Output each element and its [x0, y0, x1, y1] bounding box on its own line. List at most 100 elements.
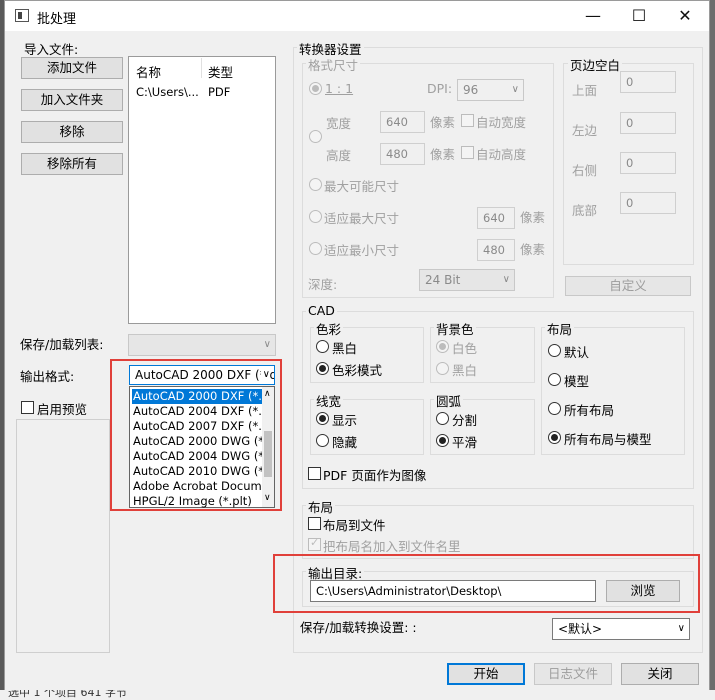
- auto-width-checkbox[interactable]: [461, 114, 474, 127]
- fit-max-field[interactable]: 640: [477, 207, 515, 229]
- batch-dialog: 批处理 — ☐ ✕ 导入文件: 添加文件 加入文件夹 移除 移除所有 名称 类型…: [4, 0, 710, 700]
- annotation-box-format: [110, 359, 282, 511]
- linewidth-hide-radio[interactable]: [316, 434, 329, 447]
- underlying-status-bar: 选中 1 个项目 641 字节: [0, 690, 715, 700]
- pdf-as-image-label: PDF 页面作为图像: [323, 468, 427, 483]
- add-file-button[interactable]: 添加文件: [21, 57, 123, 79]
- arc-smooth-label: 平滑: [452, 435, 478, 450]
- remove-all-button[interactable]: 移除所有: [21, 153, 123, 175]
- preview-checkbox[interactable]: [21, 401, 34, 414]
- add-layout-name-checkbox[interactable]: [308, 536, 321, 551]
- fit-max-label: 适应最大尺寸: [324, 211, 400, 226]
- layout-model-radio[interactable]: [548, 373, 561, 386]
- auto-height-checkbox[interactable]: [461, 146, 474, 159]
- table-row[interactable]: C:\Users\... PDF: [130, 83, 274, 101]
- fit-min-unit: 像素: [520, 242, 546, 257]
- color-mode-label: 色彩模式: [332, 363, 383, 378]
- pdf-as-image-checkbox[interactable]: [308, 467, 321, 480]
- chevron-down-icon: ∨: [677, 623, 685, 634]
- height-field[interactable]: 480: [380, 143, 425, 165]
- margin-right-field[interactable]: 0: [620, 152, 676, 174]
- layout-all-model-radio[interactable]: [548, 431, 561, 444]
- margin-top-label: 上面: [572, 83, 598, 98]
- status-text: 选中 1 个项目 641 字节: [8, 690, 127, 699]
- window-title: 批处理: [37, 12, 77, 27]
- color-label: 色彩: [314, 319, 344, 338]
- close-icon[interactable]: ✕: [662, 1, 708, 31]
- color-bw-label: 黑白: [332, 341, 358, 356]
- depth-label: 深度:: [308, 277, 338, 292]
- layout-options-label: 布局: [545, 319, 575, 338]
- arc-split-label: 分割: [452, 413, 478, 428]
- table-cell-name: C:\Users\...: [136, 85, 199, 99]
- linewidth-show-label: 显示: [332, 413, 358, 428]
- depth-combo[interactable]: 24 Bit ∨: [419, 269, 515, 291]
- layout-model-label: 模型: [564, 374, 590, 389]
- margin-top-field[interactable]: 0: [620, 71, 676, 93]
- column-header-type[interactable]: 类型: [208, 62, 233, 81]
- width-unit: 像素: [430, 115, 456, 130]
- log-file-button[interactable]: 日志文件: [534, 663, 612, 685]
- maximize-icon[interactable]: ☐: [616, 1, 662, 31]
- margin-bottom-field[interactable]: 0: [620, 192, 676, 214]
- layout-all-label: 所有布局: [564, 403, 615, 418]
- remove-button[interactable]: 移除: [21, 121, 123, 143]
- width-field[interactable]: 640: [380, 111, 425, 133]
- layout-group-label: 布局: [306, 497, 336, 516]
- linewidth-show-radio[interactable]: [316, 412, 329, 425]
- arc-smooth-radio[interactable]: [436, 434, 449, 447]
- start-button[interactable]: 开始: [447, 663, 525, 685]
- save-list-combo[interactable]: ∨: [128, 334, 276, 356]
- close-button[interactable]: 关闭: [621, 663, 699, 685]
- minimize-icon[interactable]: —: [570, 1, 616, 31]
- ratio-radio[interactable]: [309, 82, 322, 95]
- import-group-label: 导入文件:: [24, 42, 79, 57]
- title-bar: 批处理 — ☐ ✕: [5, 1, 709, 31]
- chevron-down-icon: ∨: [502, 274, 510, 285]
- arc-split-radio[interactable]: [436, 412, 449, 425]
- save-load-settings-combo[interactable]: <默认> ∨: [552, 618, 690, 640]
- save-load-settings-label: 保存/加载转换设置: :: [300, 620, 417, 635]
- add-folder-button[interactable]: 加入文件夹: [21, 89, 123, 111]
- fit-max-radio[interactable]: [309, 210, 322, 223]
- save-load-settings-value: <默认>: [558, 622, 603, 636]
- fit-min-field[interactable]: 480: [477, 239, 515, 261]
- height-unit: 像素: [430, 147, 456, 162]
- add-layout-name-label: 把布局名加入到文件名里: [323, 539, 461, 554]
- layout-all-radio[interactable]: [548, 402, 561, 415]
- app-icon: [15, 9, 29, 22]
- width-label: 宽度: [326, 116, 352, 131]
- linewidth-hide-label: 隐藏: [332, 435, 358, 450]
- fit-max-unit: 像素: [520, 210, 546, 225]
- dpi-combo[interactable]: 96 ∨: [457, 79, 524, 101]
- ratio-label: 1 : 1: [325, 81, 354, 96]
- margin-right-label: 右侧: [572, 163, 598, 178]
- bg-white-radio[interactable]: [436, 340, 449, 353]
- margins-label: 页边空白: [568, 55, 623, 74]
- color-mode-radio[interactable]: [316, 362, 329, 375]
- bg-bw-radio[interactable]: [436, 362, 449, 375]
- depth-value: 24 Bit: [425, 273, 461, 287]
- custom-size-radio[interactable]: [309, 130, 322, 143]
- max-size-label: 最大可能尺寸: [324, 179, 400, 194]
- height-label: 高度: [326, 148, 352, 163]
- annotation-box-output: [273, 554, 700, 613]
- margin-left-field[interactable]: 0: [620, 112, 676, 134]
- fit-min-radio[interactable]: [309, 242, 322, 255]
- color-bw-radio[interactable]: [316, 340, 329, 353]
- auto-width-label: 自动宽度: [476, 115, 527, 130]
- file-table[interactable]: 名称 类型 C:\Users\... PDF: [128, 56, 276, 324]
- cad-label: CAD: [306, 303, 337, 318]
- layout-to-file-checkbox[interactable]: [308, 517, 321, 530]
- linewidth-label: 线宽: [314, 391, 344, 410]
- bg-bw-label: 黑白: [452, 363, 478, 378]
- layout-default-radio[interactable]: [548, 344, 561, 357]
- preview-label: 启用预览: [37, 402, 88, 417]
- max-size-radio[interactable]: [309, 178, 322, 191]
- margin-left-label: 左边: [572, 123, 598, 138]
- custom-button[interactable]: 自定义: [565, 276, 691, 296]
- arc-label: 圆弧: [434, 391, 464, 410]
- chevron-down-icon: ∨: [263, 339, 271, 350]
- column-header-name[interactable]: 名称: [136, 62, 161, 81]
- save-list-label: 保存/加载列表:: [20, 337, 104, 352]
